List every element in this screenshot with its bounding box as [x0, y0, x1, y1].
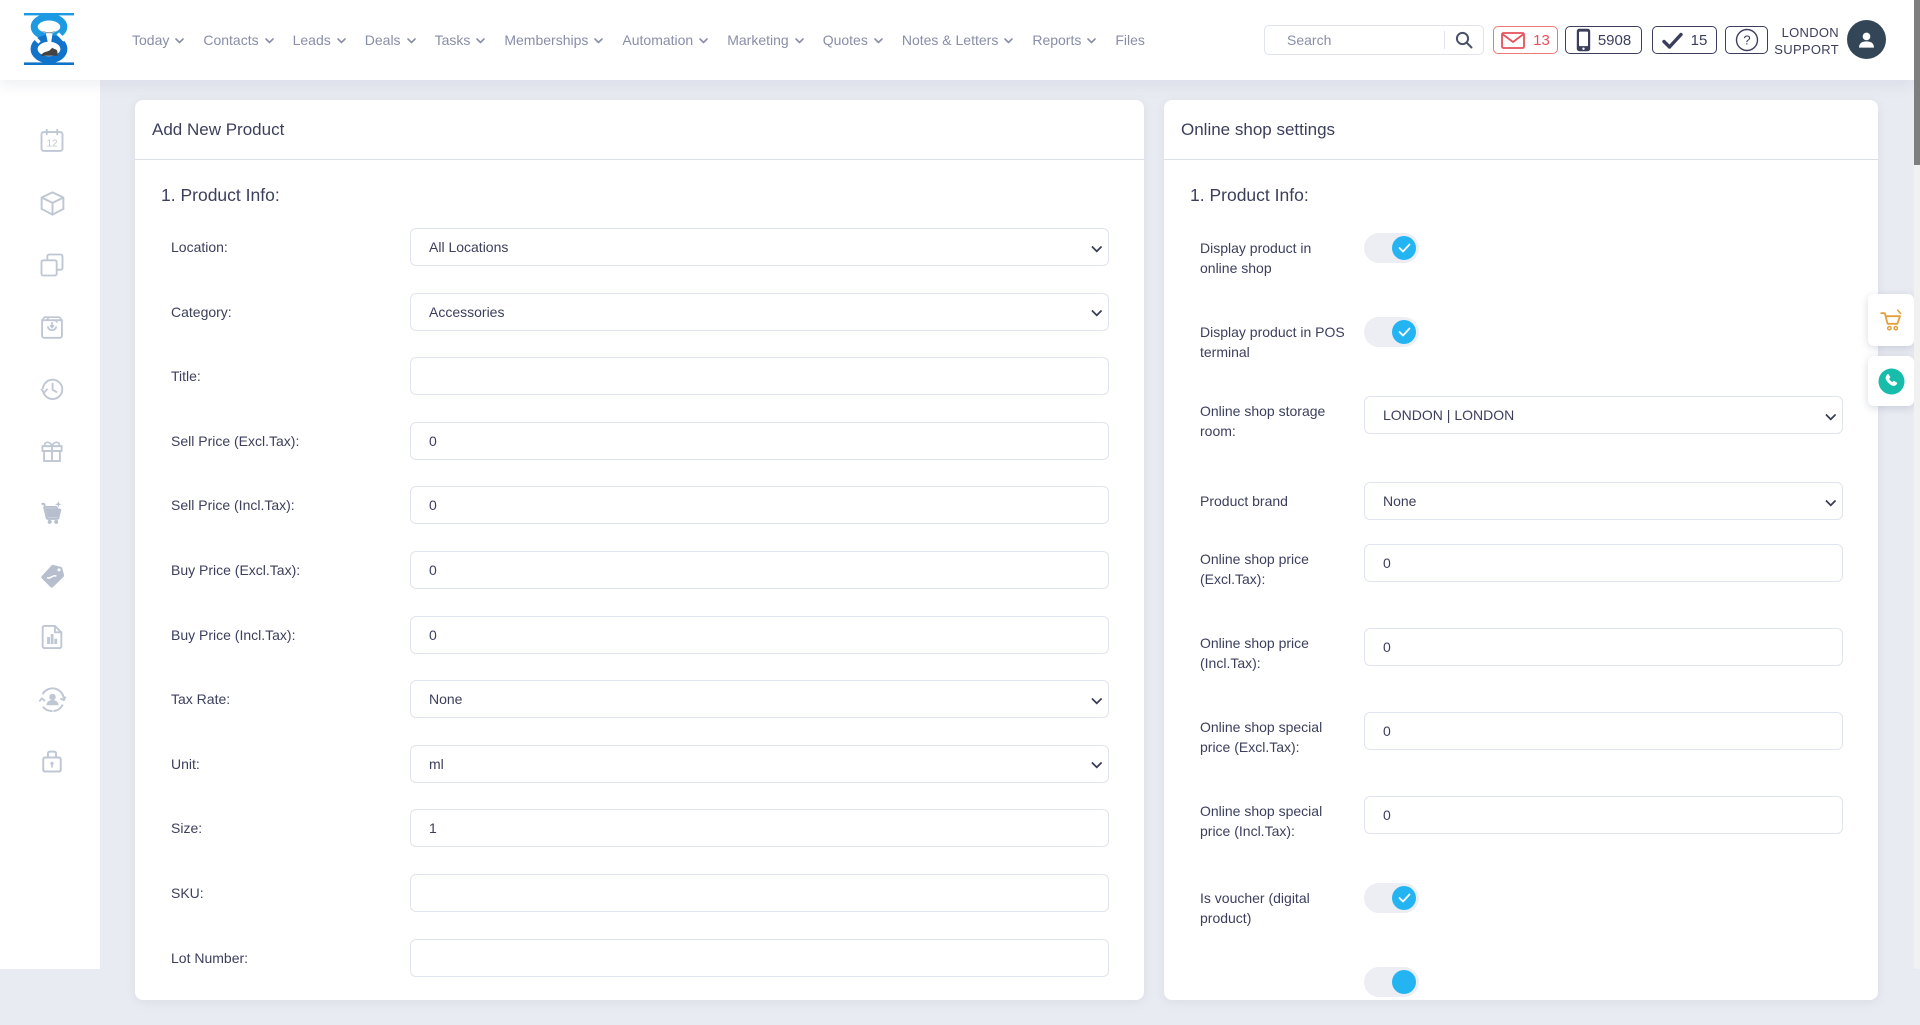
- svg-text:12: 12: [46, 139, 58, 150]
